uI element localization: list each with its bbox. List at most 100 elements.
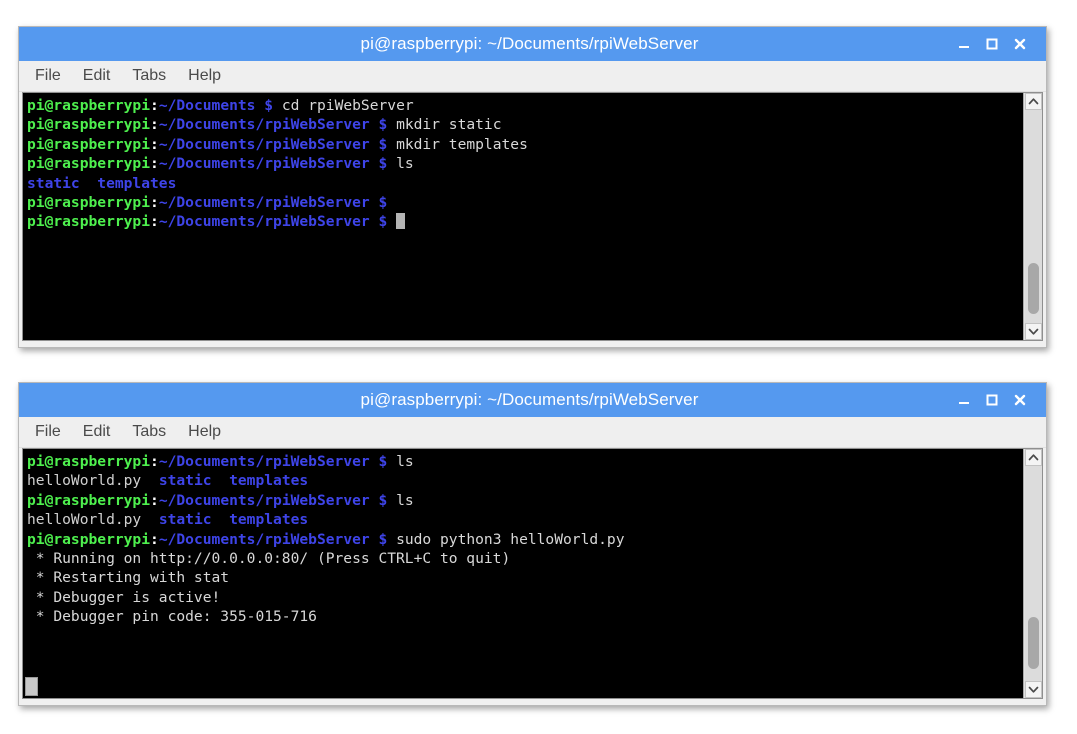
terminal-text-cmd: sudo python3 helloWorld.py (387, 530, 625, 548)
window-2-title: pi@raspberrypi: ~/Documents/rpiWebServer (360, 390, 699, 409)
terminal-text-dir: static templates (27, 174, 177, 192)
close-icon[interactable] (1006, 386, 1034, 414)
terminal-text-prompt: pi@raspberrypi (27, 155, 151, 173)
terminal-text-cmd: mkdir static (387, 116, 502, 134)
window-2-scroll-track[interactable] (1024, 466, 1042, 681)
terminal-text-prompt: pi@raspberrypi (27, 530, 151, 548)
terminal-window-2[interactable]: pi@raspberrypi: ~/Documents/rpiWebServer… (18, 382, 1047, 706)
terminal-line: helloWorld.py static templates (27, 510, 1023, 529)
terminal-text-out: * Debugger is active! (27, 588, 221, 606)
terminal-text-path: ~/Documents/rpiWebServer (158, 194, 370, 212)
menu-item-help[interactable]: Help (186, 65, 232, 88)
window-2-scroll-thumb[interactable] (1027, 617, 1039, 669)
window-2-titlebar[interactable]: pi@raspberrypi: ~/Documents/rpiWebServer (19, 383, 1046, 417)
terminal-cursor (396, 213, 406, 230)
terminal-text-dollar: $ (378, 453, 388, 470)
terminal-text-colon: : (150, 116, 159, 134)
terminal-text-path: ~/Documents/rpiWebServer (158, 530, 370, 548)
terminal-line: pi@raspberrypi:~/Documents/rpiWebServer … (27, 115, 1023, 134)
window-2-resize-grip[interactable] (25, 677, 38, 696)
terminal-text-out: * Debugger pin code: 355-015-716 (27, 608, 317, 626)
terminal-line: pi@raspberrypi:~/Documents/rpiWebServer … (27, 135, 1023, 154)
terminal-text-colon: : (150, 213, 159, 231)
chevron-down-icon[interactable] (1024, 681, 1042, 698)
terminal-text-cmd: ls (387, 453, 414, 470)
terminal-line: pi@raspberrypi:~/Documents/rpiWebServer … (27, 452, 1023, 471)
terminal-text-colon: : (150, 530, 159, 548)
menu-item-edit[interactable]: Edit (81, 65, 122, 88)
terminal-line: pi@raspberrypi:~/Documents $ cd rpiWebSe… (27, 96, 1023, 115)
menu-item-file[interactable]: File (33, 421, 72, 444)
window-1-menubar: File Edit Tabs Help (19, 61, 1046, 92)
terminal-line: static templates (27, 174, 1023, 193)
terminal-text-cmd: mkdir templates (387, 135, 528, 153)
terminal-text-path: ~/Documents/rpiWebServer (158, 453, 370, 470)
terminal-window-1[interactable]: pi@raspberrypi: ~/Documents/rpiWebServer… (18, 26, 1047, 348)
terminal-text-cmd: cd rpiWebServer (273, 97, 414, 114)
menu-item-tabs[interactable]: Tabs (130, 65, 177, 88)
maximize-icon[interactable] (978, 30, 1006, 58)
terminal-text-prompt: pi@raspberrypi (27, 491, 151, 509)
terminal-line: * Debugger is active! (27, 588, 1023, 607)
terminal-text-out: * Running on http://0.0.0.0:80/ (Press C… (27, 550, 511, 568)
minimize-icon[interactable] (950, 30, 978, 58)
terminal-text-prompt: pi@raspberrypi (27, 194, 151, 212)
terminal-text-dollar: $ (378, 213, 388, 231)
terminal-text-path: ~/Documents/rpiWebServer (158, 116, 370, 134)
menu-item-edit[interactable]: Edit (81, 421, 122, 444)
terminal-text-cmd (387, 213, 396, 230)
chevron-up-icon[interactable] (1024, 449, 1042, 466)
terminal-text-colon: : (150, 155, 159, 173)
terminal-text-colon: : (150, 135, 159, 153)
terminal-line: helloWorld.py static templates (27, 471, 1023, 490)
terminal-text-cmd: ls (387, 491, 414, 509)
terminal-text-dollar: $ (378, 530, 388, 548)
desktop-background: pi@raspberrypi: ~/Documents/rpiWebServer… (0, 0, 1077, 734)
window-1-title: pi@raspberrypi: ~/Documents/rpiWebServer (360, 34, 699, 53)
window-1-titlebar[interactable]: pi@raspberrypi: ~/Documents/rpiWebServer (19, 27, 1046, 61)
maximize-icon[interactable] (978, 386, 1006, 414)
terminal-text-dollar: $ (378, 491, 388, 509)
terminal-text-cmd (141, 511, 159, 528)
terminal-line: * Debugger pin code: 355-015-716 (27, 607, 1023, 626)
menu-item-file[interactable]: File (33, 65, 72, 88)
chevron-down-icon[interactable] (1024, 323, 1042, 340)
terminal-line: pi@raspberrypi:~/Documents/rpiWebServer … (27, 193, 1023, 212)
terminal-output-2[interactable]: pi@raspberrypi:~/Documents/rpiWebServer … (23, 449, 1023, 698)
terminal-text-path: ~/Documents (158, 97, 256, 114)
menu-item-help[interactable]: Help (186, 421, 232, 444)
terminal-text-path: ~/Documents/rpiWebServer (158, 213, 370, 231)
window-1-terminal-area: pi@raspberrypi:~/Documents $ cd rpiWebSe… (22, 92, 1043, 341)
terminal-line: pi@raspberrypi:~/Documents/rpiWebServer … (27, 212, 1023, 231)
window-2-controls (950, 386, 1046, 414)
terminal-text-file: helloWorld.py (27, 511, 142, 529)
terminal-line: pi@raspberrypi:~/Documents/rpiWebServer … (27, 491, 1023, 510)
terminal-text-cmd (255, 97, 264, 114)
terminal-text-path: ~/Documents/rpiWebServer (158, 155, 370, 173)
terminal-output-1[interactable]: pi@raspberrypi:~/Documents $ cd rpiWebSe… (23, 93, 1023, 340)
window-1-scrollbar[interactable] (1023, 93, 1042, 340)
window-2-terminal-area: pi@raspberrypi:~/Documents/rpiWebServer … (22, 448, 1043, 699)
chevron-up-icon[interactable] (1024, 93, 1042, 110)
terminal-text-cmd: ls (387, 155, 414, 173)
terminal-text-colon: : (150, 194, 159, 212)
terminal-text-colon: : (150, 491, 159, 509)
terminal-text-prompt: pi@raspberrypi (27, 453, 151, 470)
menu-item-tabs[interactable]: Tabs (130, 421, 177, 444)
window-1-scroll-track[interactable] (1024, 110, 1042, 323)
terminal-text-prompt: pi@raspberrypi (27, 116, 151, 134)
window-1-scroll-thumb[interactable] (1027, 263, 1039, 314)
terminal-text-file: helloWorld.py (27, 472, 142, 490)
terminal-line: pi@raspberrypi:~/Documents/rpiWebServer … (27, 530, 1023, 549)
minimize-icon[interactable] (950, 386, 978, 414)
terminal-text-dollar: $ (378, 155, 388, 173)
terminal-text-dollar: $ (378, 116, 388, 134)
terminal-text-colon: : (150, 453, 159, 470)
terminal-text-dollar: $ (264, 97, 274, 114)
terminal-text-colon: : (150, 97, 159, 114)
terminal-text-dollar: $ (378, 194, 388, 212)
window-2-scrollbar[interactable] (1023, 449, 1042, 698)
terminal-text-prompt: pi@raspberrypi (27, 97, 151, 114)
terminal-text-cmd (141, 472, 159, 489)
close-icon[interactable] (1006, 30, 1034, 58)
